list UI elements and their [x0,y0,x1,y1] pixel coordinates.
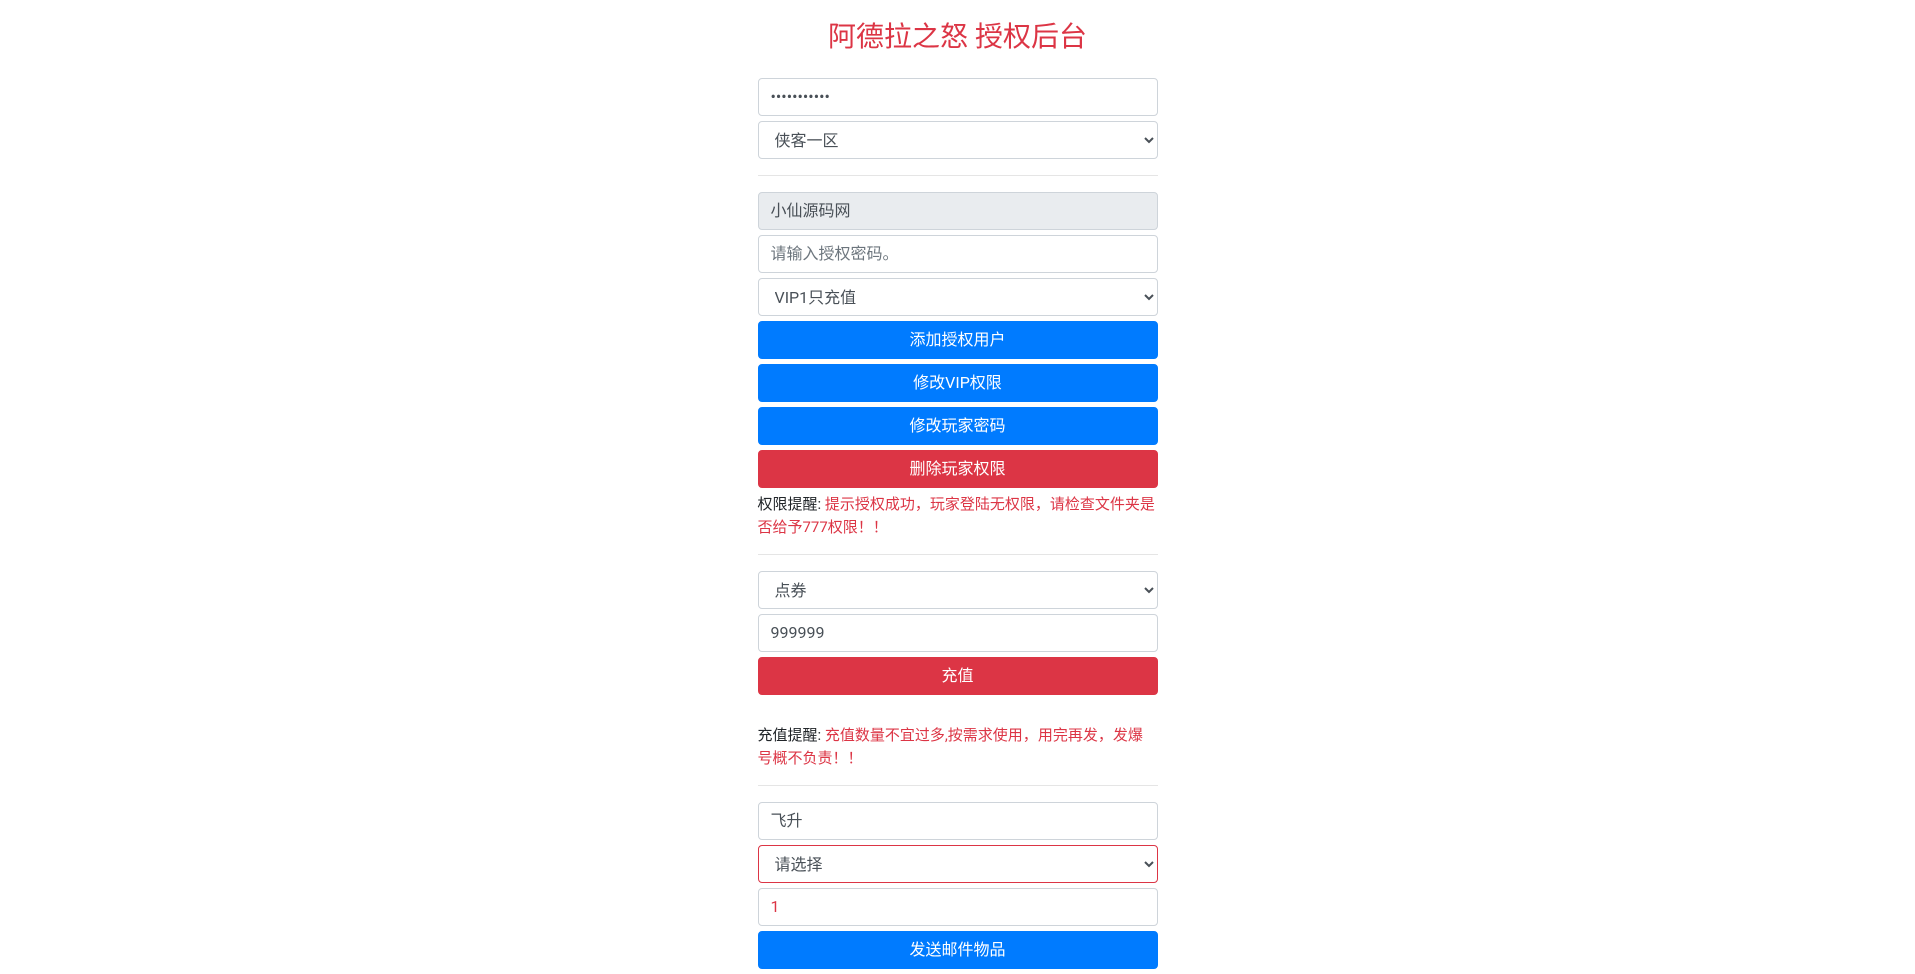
recharge-button[interactable]: 充值 [758,657,1158,695]
source-name-input [758,192,1158,230]
auth-password-input[interactable] [758,235,1158,273]
send-mail-item-button[interactable]: 发送邮件物品 [758,931,1158,969]
divider [758,785,1158,786]
item-name-input[interactable] [758,802,1158,840]
region-select[interactable]: 侠客一区 [758,121,1158,159]
recharge-amount-input[interactable] [758,614,1158,652]
modify-vip-button[interactable]: 修改VIP权限 [758,364,1158,402]
divider [758,554,1158,555]
currency-type-select[interactable]: 点券 [758,571,1158,609]
recharge-hint-label: 充值提醒: [758,726,825,744]
permission-hint-label: 权限提醒: [758,495,825,513]
admin-password-input[interactable] [758,78,1158,116]
add-auth-user-button[interactable]: 添加授权用户 [758,321,1158,359]
item-select[interactable]: 请选择 [758,845,1158,883]
quantity-input[interactable] [758,888,1158,926]
page-title: 阿德拉之怒 授权后台 [403,16,1513,58]
delete-permission-button[interactable]: 删除玩家权限 [758,450,1158,488]
vip-level-select[interactable]: VIP1只充值 [758,278,1158,316]
modify-password-button[interactable]: 修改玩家密码 [758,407,1158,445]
divider [758,175,1158,176]
permission-hint: 权限提醒: 提示授权成功，玩家登陆无权限，请检查文件夹是否给予777权限！！ [758,493,1158,538]
recharge-hint: 充值提醒: 充值数量不宜过多,按需求使用，用完再发，发爆号概不负责！！ [758,724,1158,769]
